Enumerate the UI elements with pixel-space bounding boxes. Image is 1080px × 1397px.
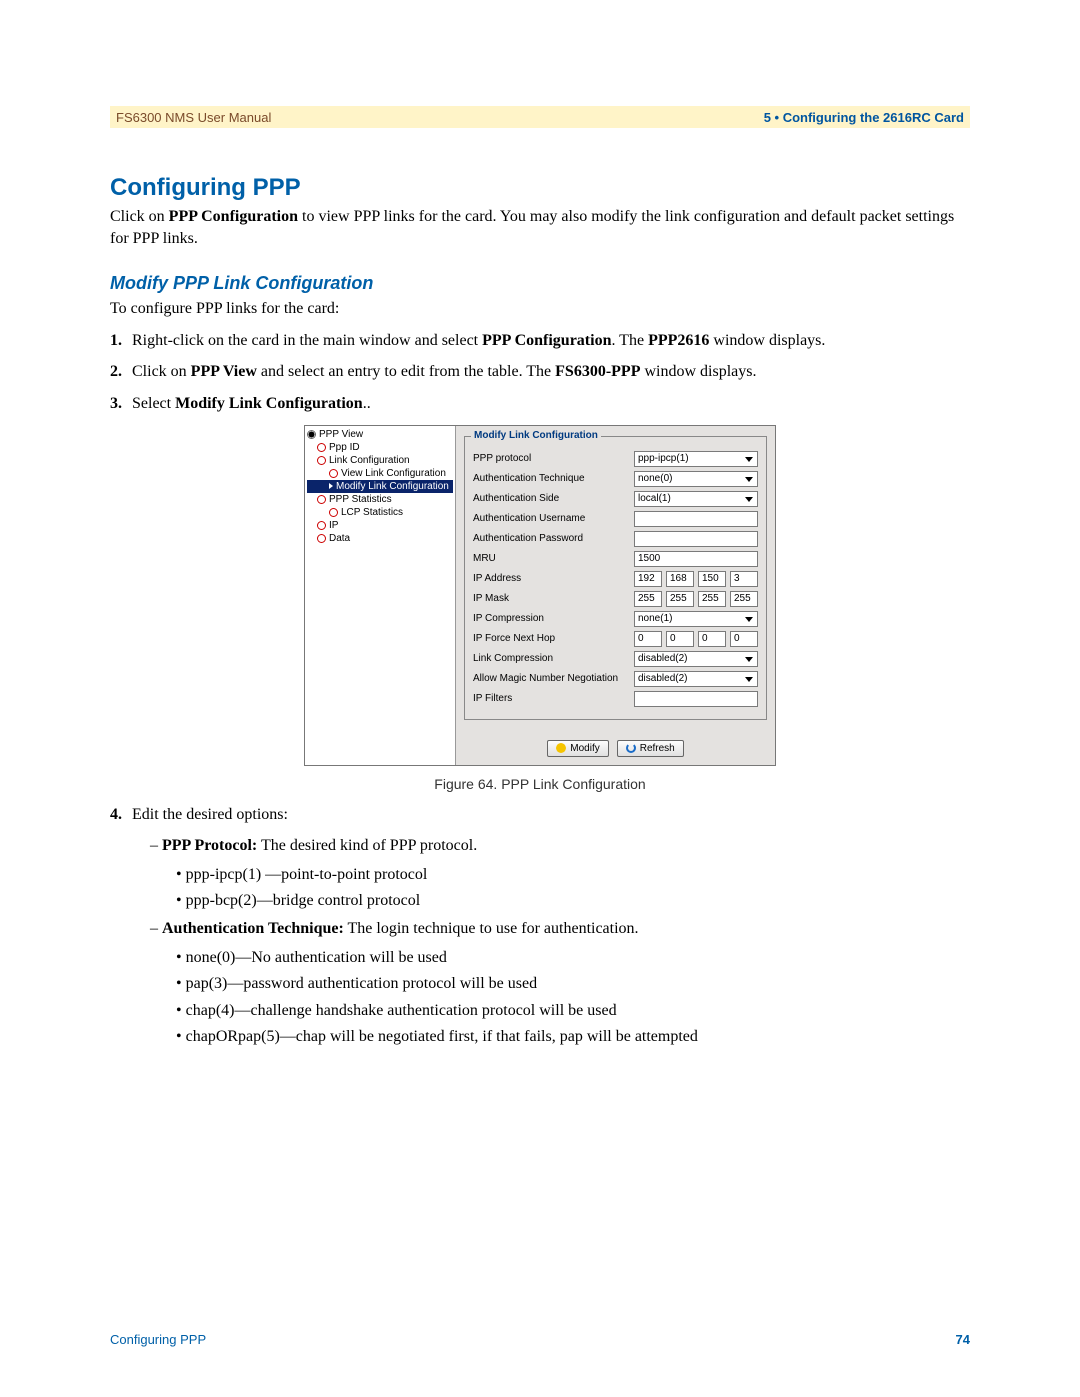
- tree-ip[interactable]: IP: [307, 519, 453, 532]
- node-icon: [317, 456, 326, 465]
- select-magic-negotiation[interactable]: disabled(2): [634, 671, 758, 687]
- header-right: 5 • Configuring the 2616RC Card: [764, 110, 964, 125]
- node-icon: [317, 443, 326, 452]
- ip-mask-oct1[interactable]: 255: [634, 591, 662, 607]
- subsection-title: Modify PPP Link Configuration: [110, 273, 970, 294]
- steps-list-cont: 4.Edit the desired options:: [110, 804, 970, 826]
- input-ip-filters[interactable]: [634, 691, 758, 707]
- ip-mask-oct2[interactable]: 255: [666, 591, 694, 607]
- select-link-compression[interactable]: disabled(2): [634, 651, 758, 667]
- step-2: 2.Click on PPP View and select an entry …: [132, 361, 970, 383]
- subsection-intro: To configure PPP links for the card:: [110, 298, 970, 320]
- ip-mask-oct3[interactable]: 255: [698, 591, 726, 607]
- label-ip-filters: IP Filters: [473, 693, 628, 704]
- refresh-button[interactable]: Refresh: [617, 740, 684, 757]
- page: FS6300 NMS User Manual 5 • Configuring t…: [0, 0, 1080, 1397]
- button-row: Modify Refresh: [464, 740, 767, 757]
- ip-address-group: 192 168 150 3: [634, 571, 758, 587]
- opt-auth-b3: • chap(4)—challenge handshake authentica…: [176, 1000, 970, 1022]
- header-left: FS6300 NMS User Manual: [116, 110, 271, 125]
- label-auth-username: Authentication Username: [473, 513, 628, 524]
- label-auth-side: Authentication Side: [473, 493, 628, 504]
- ip-mask-group: 255 255 255 255: [634, 591, 758, 607]
- fieldset: Modify Link Configuration PPP protocolpp…: [464, 436, 767, 720]
- running-header: FS6300 NMS User Manual 5 • Configuring t…: [110, 106, 970, 128]
- node-icon: [317, 521, 326, 530]
- ip-addr-oct4[interactable]: 3: [730, 571, 758, 587]
- node-icon: [317, 534, 326, 543]
- select-ip-compression[interactable]: none(1): [634, 611, 758, 627]
- tree-link-config[interactable]: Link Configuration: [307, 454, 453, 467]
- select-ppp-protocol[interactable]: ppp-ipcp(1): [634, 451, 758, 467]
- intro-paragraph: Click on PPP Configuration to view PPP l…: [110, 206, 970, 249]
- label-ip-next-hop: IP Force Next Hop: [473, 633, 628, 644]
- section-title: Configuring PPP: [110, 174, 970, 202]
- label-mru: MRU: [473, 553, 628, 564]
- node-icon: [329, 469, 338, 478]
- tree-data[interactable]: Data: [307, 532, 453, 545]
- screenshot-panel: PPP View Ppp ID Link Configuration View …: [304, 425, 776, 766]
- ip-next-oct4[interactable]: 0: [730, 631, 758, 647]
- opt-ppp-b2: • ppp-bcp(2)—bridge control protocol: [176, 890, 970, 912]
- running-footer: Configuring PPP 74: [110, 1332, 970, 1347]
- figure-caption: Figure 64. PPP Link Configuration: [110, 776, 970, 792]
- nav-tree: PPP View Ppp ID Link Configuration View …: [305, 426, 456, 765]
- opt-ppp-b1: • ppp-ipcp(1) —point-to-point protocol: [176, 864, 970, 886]
- opt-auth-b1: • none(0)—No authentication will be used: [176, 947, 970, 969]
- tree-ppp-id[interactable]: Ppp ID: [307, 441, 453, 454]
- label-magic-negotiation: Allow Magic Number Negotiation: [473, 673, 628, 684]
- ip-addr-oct2[interactable]: 168: [666, 571, 694, 587]
- label-ip-address: IP Address: [473, 573, 628, 584]
- modify-button[interactable]: Modify: [547, 740, 608, 757]
- node-icon: [317, 495, 326, 504]
- opt-auth-technique: – Authentication Technique: The login te…: [150, 918, 970, 940]
- label-ip-mask: IP Mask: [473, 593, 628, 604]
- tree-ppp-view[interactable]: PPP View: [307, 428, 453, 441]
- select-auth-technique[interactable]: none(0): [634, 471, 758, 487]
- opt-auth-b2: • pap(3)—password authentication protoco…: [176, 973, 970, 995]
- ip-next-group: 0 0 0 0: [634, 631, 758, 647]
- ip-mask-oct4[interactable]: 255: [730, 591, 758, 607]
- footer-left: Configuring PPP: [110, 1332, 206, 1347]
- config-form: Modify Link Configuration PPP protocol pp…: [456, 426, 775, 765]
- opt-auth-b4: • chapORpap(5)—chap will be negotiated f…: [176, 1026, 970, 1048]
- refresh-icon: [626, 743, 636, 753]
- input-auth-username[interactable]: [634, 511, 758, 527]
- label-ip-compression: IP Compression: [473, 613, 628, 624]
- label-ppp-protocol: PPP protocol: [473, 453, 628, 464]
- label-auth-technique: Authentication Technique: [473, 473, 628, 484]
- ip-addr-oct1[interactable]: 192: [634, 571, 662, 587]
- figure-64: PPP View Ppp ID Link Configuration View …: [110, 425, 970, 766]
- ip-addr-oct3[interactable]: 150: [698, 571, 726, 587]
- footer-page-number: 74: [956, 1332, 970, 1347]
- fieldset-legend: Modify Link Configuration: [471, 430, 601, 441]
- label-auth-password: Authentication Password: [473, 533, 628, 544]
- step-3: 3.Select Modify Link Configuration..: [132, 393, 970, 415]
- opt-ppp-protocol: – PPP Protocol: The desired kind of PPP …: [150, 835, 970, 857]
- options-list: – PPP Protocol: The desired kind of PPP …: [150, 835, 970, 1048]
- tree-lcp-stats[interactable]: LCP Statistics: [307, 506, 453, 519]
- step-4: 4.Edit the desired options:: [132, 804, 970, 826]
- tree-ppp-stats[interactable]: PPP Statistics: [307, 493, 453, 506]
- ip-next-oct3[interactable]: 0: [698, 631, 726, 647]
- select-auth-side[interactable]: local(1): [634, 491, 758, 507]
- node-icon: [329, 508, 338, 517]
- label-link-compression: Link Compression: [473, 653, 628, 664]
- modify-icon: [556, 743, 566, 753]
- input-auth-password[interactable]: [634, 531, 758, 547]
- step-1: 1.Right-click on the card in the main wi…: [132, 330, 970, 352]
- tree-view-link[interactable]: View Link Configuration: [307, 467, 453, 480]
- tree-modify-link-selected[interactable]: Modify Link Configuration: [307, 480, 453, 493]
- input-mru[interactable]: 1500: [634, 551, 758, 567]
- steps-list: 1.Right-click on the card in the main wi…: [110, 330, 970, 415]
- arrow-icon: [329, 483, 333, 489]
- radio-icon: [307, 430, 316, 439]
- ip-next-oct1[interactable]: 0: [634, 631, 662, 647]
- ip-next-oct2[interactable]: 0: [666, 631, 694, 647]
